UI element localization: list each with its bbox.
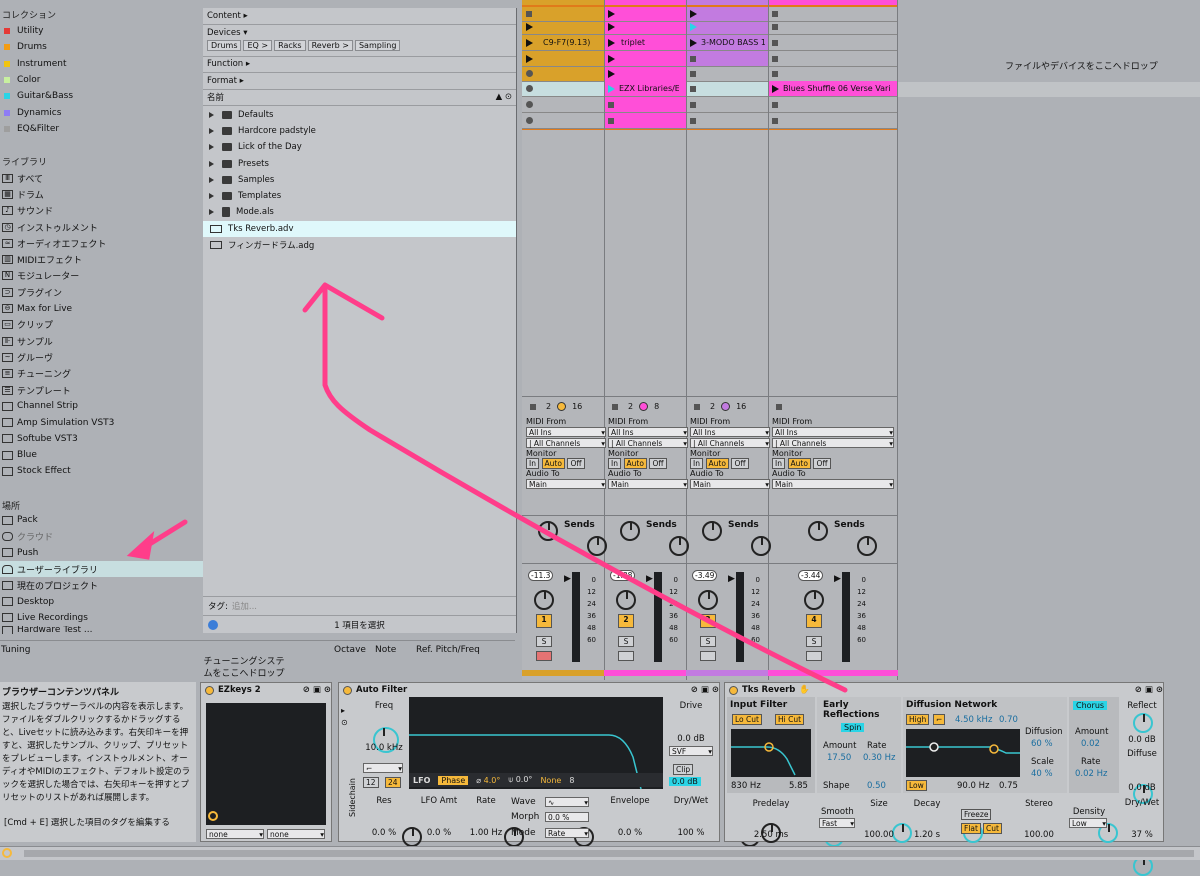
annotation-arrow-long (322, 287, 848, 693)
annotation-overlay (126, 282, 848, 693)
annotation-arrowhead-short (126, 530, 155, 560)
annotation-arrowhead-long (302, 282, 385, 321)
